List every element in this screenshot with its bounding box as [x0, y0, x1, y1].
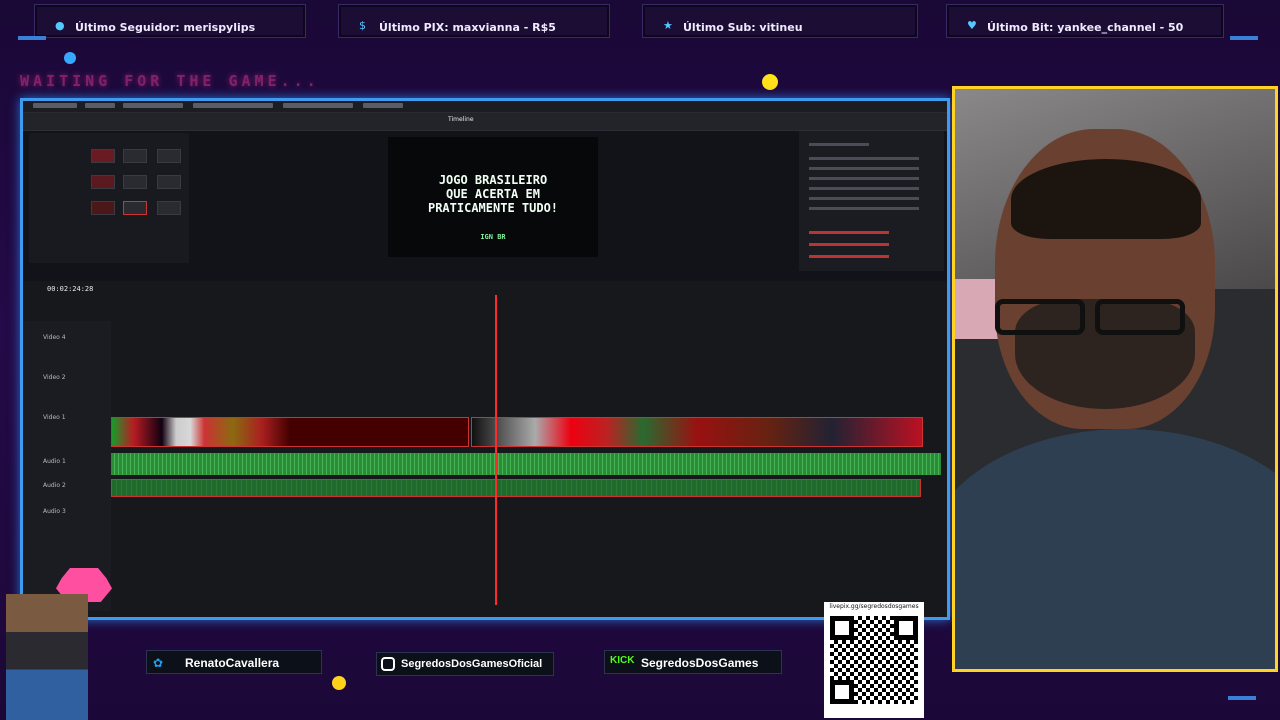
- video-clip[interactable]: [111, 417, 469, 447]
- timeline-panel[interactable]: 00:02:24:28 Video 4 Video 2 Video 1 Audi…: [23, 281, 947, 617]
- star-icon: ★: [663, 19, 673, 32]
- twitter-handle[interactable]: ✿ RenatoCavallera: [146, 650, 322, 674]
- qr-code[interactable]: livepix.gg/segredosdosgames: [824, 602, 924, 718]
- video-editor-window[interactable]: Timeline JOGO BRASILEIRO QUE ACERTA EM P…: [20, 98, 950, 620]
- alert-last-sub: ★ Último Sub: vitineu: [642, 4, 918, 38]
- viewer-subtitle-text: IGN BR: [480, 233, 506, 241]
- track-label: Video 2: [43, 374, 66, 381]
- alert-follower-text: Último Seguidor: merispylips: [75, 21, 256, 34]
- alert-pix-text: Último PIX: maxvianna - R$5: [379, 21, 556, 34]
- playhead[interactable]: [495, 295, 497, 605]
- qr-url-text: livepix.gg/segredosdosgames: [829, 603, 919, 610]
- timeline-title: Timeline: [448, 116, 474, 123]
- menu-bar: [23, 101, 947, 113]
- inspector-panel[interactable]: [799, 131, 944, 271]
- twitter-text: RenatoCavallera: [185, 656, 280, 670]
- audio-clip[interactable]: [111, 479, 921, 497]
- kick-text: SegredosDosGames: [641, 656, 759, 670]
- video-clip[interactable]: [471, 417, 923, 447]
- pixel-character: [6, 594, 88, 720]
- yellow-dot: [762, 74, 778, 90]
- overlay-dash: [1228, 696, 1256, 700]
- instagram-handle[interactable]: SegredosDosGamesOficial: [376, 652, 554, 676]
- alert-last-follower: ● Último Seguidor: merispylips: [34, 4, 306, 38]
- overlay-dash: [18, 36, 46, 40]
- dollar-icon: $: [359, 19, 366, 32]
- instagram-text: SegredosDosGamesOficial: [401, 658, 543, 670]
- stream-overlay: ● Último Seguidor: merispylips $ Último …: [0, 0, 1280, 720]
- twitter-icon: ✿: [153, 656, 164, 670]
- preview-viewer[interactable]: JOGO BRASILEIRO QUE ACERTA EM PRATICAMEN…: [388, 137, 598, 257]
- heart-icon: ♥: [967, 19, 977, 32]
- alert-last-pix: $ Último PIX: maxvianna - R$5: [338, 4, 610, 38]
- track-label: Audio 3: [43, 508, 66, 515]
- kick-handle[interactable]: KICK SegredosDosGames: [604, 650, 782, 674]
- audio-clip[interactable]: [111, 453, 941, 475]
- alert-sub-text: Último Sub: vitineu: [683, 21, 803, 34]
- track-headers: [23, 321, 111, 611]
- track-label: Audio 2: [43, 482, 66, 489]
- alert-bit-text: Último Bit: yankee_channel - 50: [987, 21, 1184, 34]
- blue-dot: [64, 52, 76, 64]
- viewer-title-text: JOGO BRASILEIRO QUE ACERTA EM PRATICAMEN…: [427, 173, 559, 215]
- user-icon: ●: [55, 19, 65, 32]
- track-label: Video 4: [43, 334, 66, 341]
- timecode-display: 00:02:24:28: [47, 285, 94, 293]
- waiting-text: WAITING FOR THE GAME...: [20, 72, 320, 90]
- instagram-icon: [381, 657, 395, 671]
- track-label: Audio 1: [43, 458, 66, 465]
- editor-toolbar: Timeline: [23, 113, 947, 131]
- kick-icon: KICK: [610, 655, 635, 666]
- webcam-feed: [952, 86, 1278, 672]
- yellow-dot: [332, 676, 346, 690]
- track-label: Video 1: [43, 414, 66, 421]
- alert-last-bit: ♥ Último Bit: yankee_channel - 50: [946, 4, 1224, 38]
- media-pool[interactable]: [29, 133, 189, 263]
- overlay-dash: [1230, 36, 1258, 40]
